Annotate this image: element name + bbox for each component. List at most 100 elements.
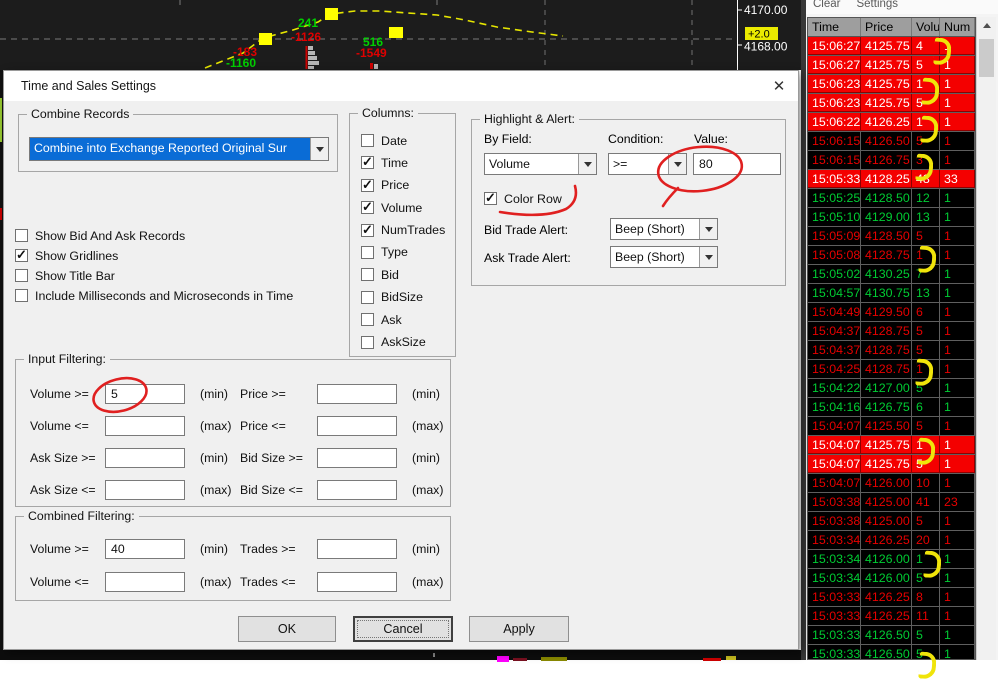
column-checkbox[interactable]: AskSize bbox=[361, 335, 445, 349]
menu-item-clear[interactable]: Clear bbox=[813, 0, 840, 14]
table-row[interactable]: 15:03:34 4126.25 20 1 bbox=[808, 531, 975, 550]
table-row[interactable]: 15:06:22 4126.25 1 1 bbox=[808, 113, 975, 132]
table-row[interactable]: 15:03:38 4125.00 41 23 bbox=[808, 493, 975, 512]
column-checkbox[interactable]: Date bbox=[361, 134, 445, 148]
input-filter-input[interactable] bbox=[317, 448, 397, 468]
table-row[interactable]: 15:06:15 4126.50 5 1 bbox=[808, 132, 975, 151]
column-header-price[interactable]: Price bbox=[861, 18, 912, 36]
table-row[interactable]: 15:04:37 4128.75 5 1 bbox=[808, 341, 975, 360]
table-row[interactable]: 15:05:10 4129.00 13 1 bbox=[808, 208, 975, 227]
checkbox-unchecked[interactable] bbox=[15, 229, 28, 242]
bid-trade-alert-dropdown[interactable]: Beep (Short) bbox=[610, 218, 718, 240]
table-row[interactable]: 15:04:07 4125.75 1 1 bbox=[808, 436, 975, 455]
display-option-checkbox[interactable]: Show Gridlines bbox=[15, 247, 293, 263]
checkbox-unchecked[interactable] bbox=[361, 290, 374, 304]
checkbox-unchecked[interactable] bbox=[361, 245, 374, 259]
checkbox-unchecked[interactable] bbox=[361, 313, 374, 327]
scrollbar-thumb[interactable] bbox=[979, 39, 994, 77]
checkbox-checked[interactable] bbox=[361, 154, 374, 170]
input-filter-input[interactable] bbox=[317, 384, 397, 404]
display-option-checkbox[interactable]: Include Milliseconds and Microseconds in… bbox=[15, 289, 293, 303]
input-filter-input[interactable] bbox=[105, 416, 185, 436]
table-row[interactable]: 15:06:23 4125.75 1 1 bbox=[808, 75, 975, 94]
checkbox-unchecked[interactable] bbox=[361, 268, 374, 282]
ask-trade-alert-dropdown[interactable]: Beep (Short) bbox=[610, 246, 718, 268]
table-row[interactable]: 15:04:07 4126.00 10 1 bbox=[808, 474, 975, 493]
scrollbar[interactable] bbox=[976, 17, 996, 660]
column-checkbox[interactable]: Volume bbox=[361, 199, 445, 215]
table-row[interactable]: 15:04:16 4126.75 6 1 bbox=[808, 398, 975, 417]
checkbox-unchecked[interactable] bbox=[361, 134, 374, 147]
column-header-time[interactable]: Time bbox=[808, 18, 861, 36]
table-row[interactable]: 15:04:49 4129.50 6 1 bbox=[808, 303, 975, 322]
table-row[interactable]: 15:06:15 4126.75 3 1 bbox=[808, 151, 975, 170]
combined-filter-input[interactable] bbox=[317, 539, 397, 559]
value-input[interactable] bbox=[693, 153, 781, 175]
table-row[interactable]: 15:04:37 4128.75 5 1 bbox=[808, 322, 975, 341]
checkbox-unchecked[interactable] bbox=[361, 335, 374, 349]
column-checkbox[interactable]: Time bbox=[361, 154, 445, 170]
cancel-button[interactable]: Cancel bbox=[353, 616, 453, 642]
table-row[interactable]: 15:06:27 4125.75 5 1 bbox=[808, 56, 975, 75]
table-row[interactable]: 15:03:38 4125.00 5 1 bbox=[808, 512, 975, 531]
table-row[interactable]: 15:06:23 4125.75 5 1 bbox=[808, 94, 975, 113]
table-row[interactable]: 15:03:33 4126.25 8 1 bbox=[808, 588, 975, 607]
table-row[interactable]: 15:04:07 4125.50 5 1 bbox=[808, 417, 975, 436]
column-checkbox[interactable]: Bid bbox=[361, 268, 445, 282]
checkbox-checked[interactable] bbox=[361, 222, 374, 238]
combined-filter-input[interactable] bbox=[105, 572, 185, 592]
chevron-down-icon[interactable] bbox=[699, 247, 717, 267]
checkbox-unchecked[interactable] bbox=[15, 289, 28, 302]
table-row[interactable]: 15:03:33 4126.25 11 1 bbox=[808, 607, 975, 626]
combined-filter-input[interactable] bbox=[105, 539, 185, 559]
display-option-checkbox[interactable]: Show Bid And Ask Records bbox=[15, 229, 293, 243]
input-filter-input[interactable] bbox=[105, 384, 185, 404]
column-checkbox[interactable]: BidSize bbox=[361, 290, 445, 304]
column-header-num[interactable]: Num bbox=[940, 18, 975, 36]
table-row[interactable]: 15:06:27 4125.75 4 1 bbox=[808, 37, 975, 56]
table-row[interactable]: 15:05:02 4130.25 7 1 bbox=[808, 265, 975, 284]
apply-button[interactable]: Apply bbox=[469, 616, 569, 642]
dialog-titlebar[interactable]: Time and Sales Settings ✕ bbox=[4, 71, 798, 101]
chevron-down-icon[interactable] bbox=[310, 138, 328, 160]
column-checkbox[interactable]: Ask bbox=[361, 313, 445, 327]
table-row[interactable]: 15:04:57 4130.75 13 1 bbox=[808, 284, 975, 303]
input-filter-input[interactable] bbox=[105, 480, 185, 500]
table-row[interactable]: 15:04:07 4125.75 5 1 bbox=[808, 455, 975, 474]
column-checkbox[interactable]: Type bbox=[361, 245, 445, 259]
table-row[interactable]: 15:03:34 4126.00 5 1 bbox=[808, 569, 975, 588]
by-field-dropdown[interactable]: Volume bbox=[484, 153, 597, 175]
checkbox-unchecked[interactable] bbox=[15, 269, 28, 282]
table-row[interactable]: 15:05:08 4128.75 1 1 bbox=[808, 246, 975, 265]
input-filter-input[interactable] bbox=[317, 480, 397, 500]
display-option-checkbox[interactable]: Show Title Bar bbox=[15, 269, 293, 283]
close-icon[interactable]: ✕ bbox=[769, 76, 789, 96]
menu-item-settings[interactable]: Settings bbox=[856, 0, 898, 14]
table-row[interactable]: 15:04:22 4127.00 5 1 bbox=[808, 379, 975, 398]
checkbox-checked[interactable] bbox=[361, 199, 374, 215]
ok-button[interactable]: OK bbox=[238, 616, 336, 642]
condition-dropdown[interactable]: >= bbox=[608, 153, 687, 175]
table-row[interactable]: 15:03:33 4126.50 5 1 bbox=[808, 626, 975, 645]
input-filter-input[interactable] bbox=[317, 416, 397, 436]
scroll-up-icon[interactable] bbox=[977, 17, 996, 34]
column-header-volu[interactable]: Volu bbox=[912, 18, 940, 36]
combine-records-dropdown[interactable]: Combine into Exchange Reported Original … bbox=[29, 137, 329, 161]
input-filter-input[interactable] bbox=[105, 448, 185, 468]
column-checkbox[interactable]: NumTrades bbox=[361, 222, 445, 238]
table-row[interactable]: 15:04:25 4128.75 1 1 bbox=[808, 360, 975, 379]
chevron-down-icon[interactable] bbox=[699, 219, 717, 239]
checkbox-checked[interactable] bbox=[484, 190, 497, 206]
checkbox-checked[interactable] bbox=[361, 177, 374, 193]
chevron-down-icon[interactable] bbox=[668, 154, 686, 174]
table-row[interactable]: 15:03:33 4126.50 5 1 bbox=[808, 645, 975, 659]
table-row[interactable]: 15:05:09 4128.50 5 1 bbox=[808, 227, 975, 246]
table-row[interactable]: 15:03:34 4126.00 1 1 bbox=[808, 550, 975, 569]
table-row[interactable]: 15:05:25 4128.50 12 1 bbox=[808, 189, 975, 208]
table-row[interactable]: 15:05:33 4128.25 48 33 bbox=[808, 170, 975, 189]
chevron-down-icon[interactable] bbox=[578, 154, 596, 174]
combined-filter-input[interactable] bbox=[317, 572, 397, 592]
color-row-checkbox[interactable]: Color Row bbox=[484, 190, 562, 206]
checkbox-checked[interactable] bbox=[15, 247, 28, 263]
column-checkbox[interactable]: Price bbox=[361, 177, 445, 193]
